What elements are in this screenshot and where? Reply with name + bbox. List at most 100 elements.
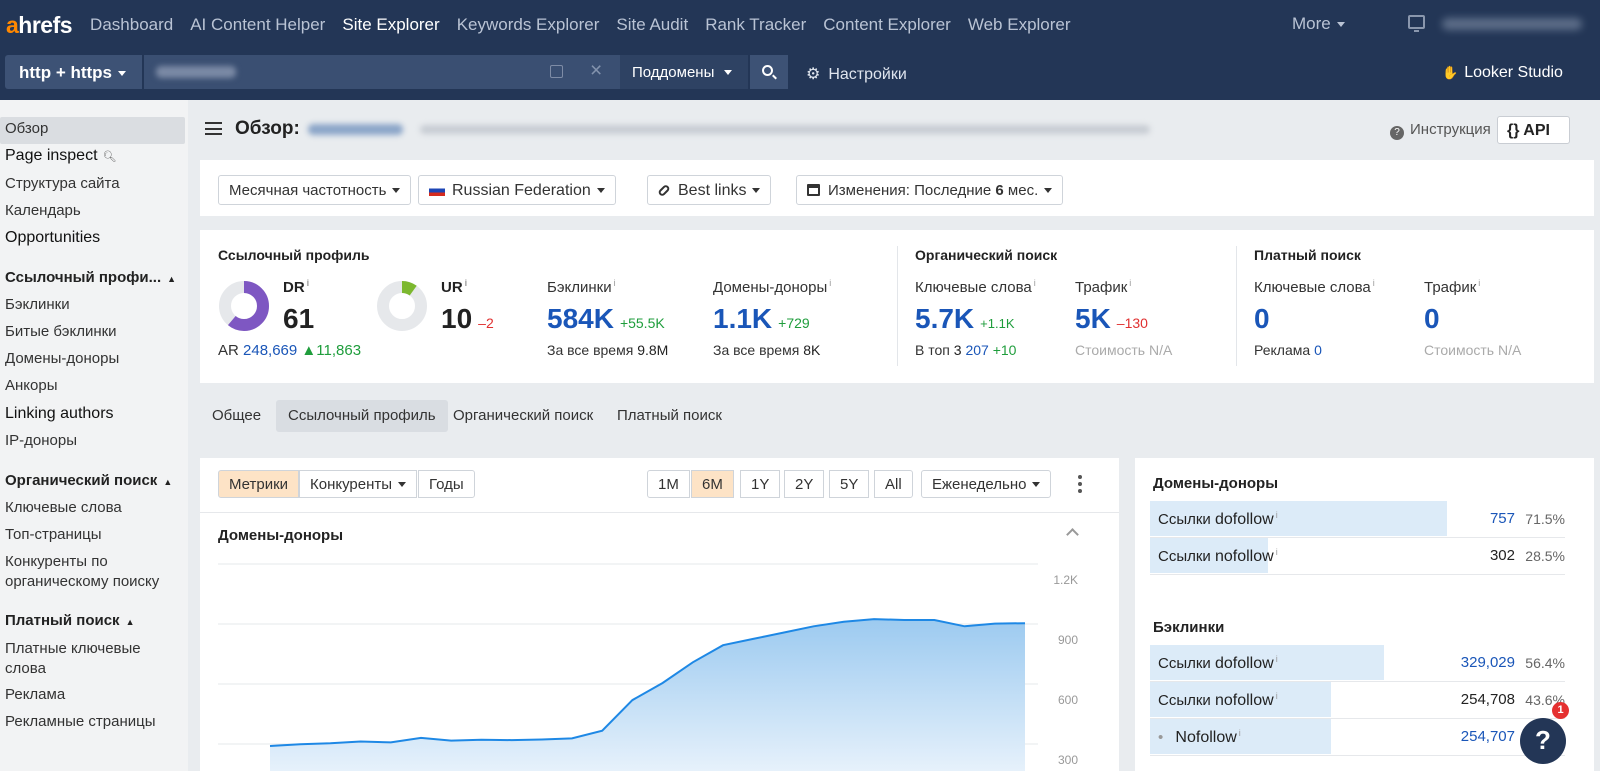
breakdown-row[interactable]: • Nofollowi254,70743 — [1150, 719, 1565, 754]
info-icon[interactable]: i — [465, 278, 468, 288]
menu-icon[interactable] — [205, 122, 222, 135]
tab-paid[interactable]: Платный поиск — [605, 400, 734, 432]
external-link-icon[interactable] — [550, 65, 563, 78]
sidebar-item-referring-domains[interactable]: Домены-доноры — [5, 350, 119, 367]
url-input[interactable]: × — [144, 55, 620, 89]
sidebar-item-ads[interactable]: Реклама — [5, 686, 65, 703]
organic-cost-value: N/A — [1148, 342, 1173, 358]
range-1m[interactable]: 1M — [647, 470, 690, 498]
nav-dashboard[interactable]: Dashboard — [90, 15, 173, 35]
sidebar-item-site-structure[interactable]: Структура сайта — [5, 175, 120, 192]
nav-keywords-explorer[interactable]: Keywords Explorer — [457, 15, 600, 35]
range-6m[interactable]: 6M — [691, 470, 734, 498]
target-url-redacted[interactable] — [308, 124, 403, 135]
more-menu[interactable]: More — [1292, 14, 1345, 34]
info-icon[interactable]: i — [1373, 278, 1375, 288]
account-menu[interactable] — [1442, 18, 1582, 30]
breakdown-row[interactable]: Ссылки nofollow i 302 28.5% — [1150, 538, 1565, 573]
country-filter[interactable]: Russian Federation — [418, 175, 616, 205]
tab-general[interactable]: Общее — [200, 400, 273, 432]
mode-select[interactable]: Поддомены — [620, 55, 748, 89]
info-icon[interactable]: i — [1129, 278, 1131, 288]
changes-filter[interactable]: Изменения: Последние 6 мес. — [796, 175, 1064, 205]
search-button[interactable] — [750, 55, 788, 89]
breakdown-value[interactable]: 757 — [1490, 510, 1515, 527]
monitor-icon[interactable] — [1408, 15, 1425, 32]
range-1y[interactable]: 1Y — [740, 470, 781, 498]
nav-site-explorer[interactable]: Site Explorer — [342, 15, 439, 35]
breakdown-row[interactable]: Ссылки nofollow i 254,708 43.6% — [1150, 682, 1565, 717]
info-icon[interactable]: i — [1478, 278, 1480, 288]
ahrefs-logo[interactable]: ahrefs — [6, 12, 73, 39]
breakdown-row[interactable]: Ссылки dofollow i 757 71.5% — [1150, 501, 1565, 536]
sidebar-item-paid-keywords[interactable]: Платные ключевые слова — [5, 640, 141, 677]
range-5y[interactable]: 5Y — [829, 470, 870, 498]
sidebar-item-ad-pages[interactable]: Рекламные страницы — [5, 713, 156, 730]
sidebar-item-broken-backlinks[interactable]: Битые бэклинки — [5, 323, 117, 340]
nav-content-explorer[interactable]: Content Explorer — [823, 15, 951, 35]
breakdown-value[interactable]: 329,029 — [1461, 654, 1515, 671]
sidebar-item-backlinks[interactable]: Бэклинки — [5, 296, 70, 313]
breakdown-percent: 71.5% — [1525, 511, 1565, 527]
info-icon[interactable]: i — [614, 278, 616, 288]
interval-select[interactable]: Еженедельно — [921, 470, 1052, 498]
breakdown-value[interactable]: 254,708 — [1461, 691, 1515, 708]
sidebar-section-paid[interactable]: Платный поиск ▲ — [5, 612, 134, 629]
competitors-toggle[interactable]: Конкуренты — [299, 470, 418, 498]
info-icon: i — [1275, 691, 1278, 701]
frequency-filter[interactable]: Месячная частотность — [218, 175, 412, 205]
paid-traffic-value[interactable]: 0 — [1424, 303, 1440, 335]
sidebar-item-opportunities[interactable]: Opportunities — [5, 229, 100, 247]
looker-studio-button[interactable]: ✋ Looker Studio — [1442, 64, 1563, 82]
breakdown-row[interactable]: Ссылки dofollow i 329,029 56.4% — [1150, 645, 1565, 680]
info-icon[interactable]: i — [1034, 278, 1036, 288]
collapse-icon[interactable] — [1066, 528, 1079, 541]
backlinks-metric[interactable]: 584K +55.5K — [547, 303, 665, 335]
help-link[interactable]: ? Инструкция — [1390, 121, 1491, 140]
ads-value[interactable]: 0 — [1314, 342, 1322, 358]
top3-value[interactable]: 207 — [965, 342, 988, 358]
breakdown-value[interactable]: 254,707 — [1461, 728, 1515, 745]
range-2y[interactable]: 2Y — [784, 470, 825, 498]
sidebar-item-organic-keywords[interactable]: Ключевые слова — [5, 499, 122, 516]
nav-site-audit[interactable]: Site Audit — [616, 15, 688, 35]
nav-ai-content-helper[interactable]: AI Content Helper — [190, 15, 325, 35]
settings-button[interactable]: ⚙ Настройки — [806, 64, 907, 84]
range-all[interactable]: All — [874, 470, 913, 498]
sidebar-item-linking-authors[interactable]: Linking authors — [5, 405, 114, 423]
sidebar-item-overview[interactable]: Обзор — [5, 120, 48, 137]
info-icon[interactable]: i — [829, 278, 831, 288]
sidebar-item-calendar[interactable]: Календарь — [5, 202, 81, 219]
tab-organic[interactable]: Органический поиск — [441, 400, 605, 432]
tab-link-profile[interactable]: Ссылочный профиль — [276, 400, 448, 432]
links-filter[interactable]: Best links — [647, 175, 772, 205]
nav-web-explorer[interactable]: Web Explorer — [968, 15, 1071, 35]
years-toggle[interactable]: Годы — [418, 470, 475, 498]
paid-keywords-label: Ключевые слова i — [1254, 278, 1375, 296]
sidebar-section-organic[interactable]: Органический поиск ▲ — [5, 472, 172, 489]
sidebar-item-anchors[interactable]: Анкоры — [5, 377, 58, 394]
breakdown-value[interactable]: 302 — [1490, 547, 1515, 564]
info-icon[interactable]: i — [307, 278, 310, 288]
more-options-icon[interactable] — [1075, 473, 1085, 495]
nav-rank-tracker[interactable]: Rank Tracker — [705, 15, 806, 35]
organic-traffic-metric[interactable]: 5K –130 — [1075, 303, 1148, 335]
protocol-select[interactable]: http + https — [5, 55, 142, 89]
sidebar-item-page-inspect[interactable]: Page inspect 🔍︎ — [5, 147, 116, 165]
domains-metric[interactable]: 1.1K +729 — [713, 303, 810, 335]
ar-value[interactable]: 248,669 — [243, 342, 297, 359]
organic-keywords-metric[interactable]: 5.7K +1.1K — [915, 303, 1015, 335]
sidebar-section-link-profile[interactable]: Ссылочный профи... ▲ — [5, 269, 176, 286]
nav-links: Dashboard AI Content Helper Site Explore… — [90, 15, 1088, 35]
paid-keywords-value[interactable]: 0 — [1254, 303, 1270, 335]
organic-heading: Органический поиск — [915, 247, 1058, 263]
help-chat-button[interactable]: ? — [1520, 718, 1566, 764]
sidebar-item-organic-competitors[interactable]: Конкуренты по органическому поиску — [5, 553, 159, 590]
sidebar-item-referring-ips[interactable]: IP-доноры — [5, 432, 77, 449]
api-button[interactable]: {} API — [1497, 116, 1570, 144]
top3-delta: +10 — [992, 342, 1017, 358]
metrics-toggle[interactable]: Метрики — [218, 470, 300, 498]
sidebar-item-top-pages[interactable]: Топ-страницы — [5, 526, 102, 543]
divider — [1150, 574, 1565, 575]
clear-icon[interactable]: × — [590, 59, 602, 83]
